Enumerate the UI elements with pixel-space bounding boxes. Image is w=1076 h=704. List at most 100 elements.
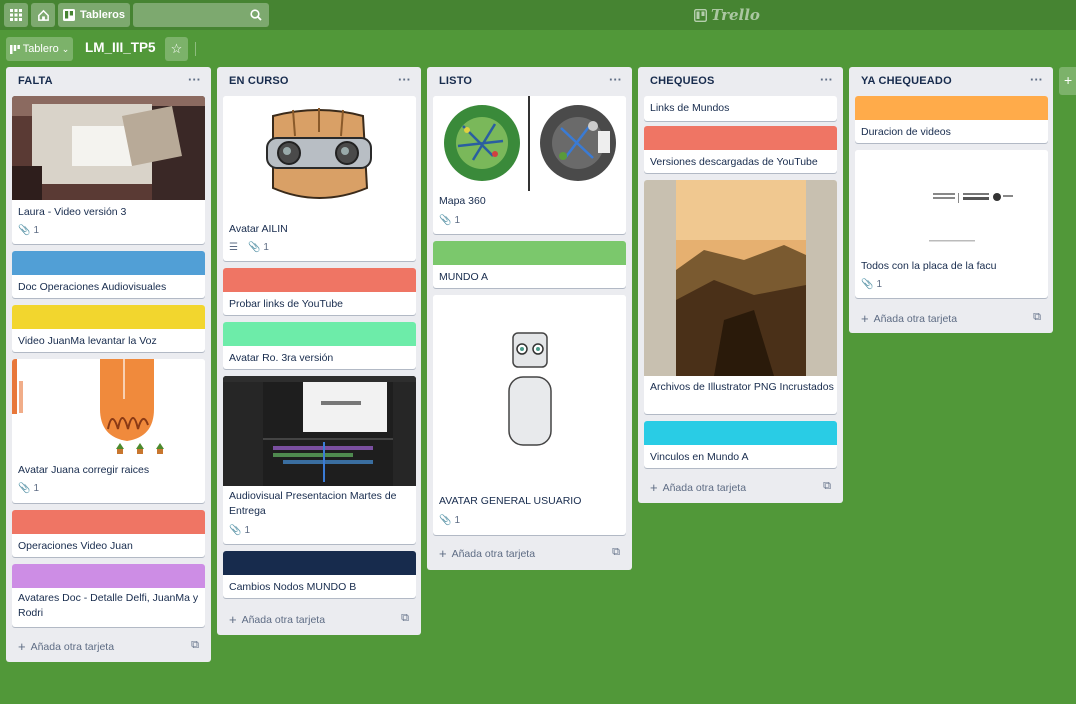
add-card-label: Añada otra tarjeta: [662, 481, 747, 494]
attachment-count: 1: [263, 242, 269, 253]
paperclip-icon: 📎: [861, 279, 874, 290]
trello-logo-icon: [694, 8, 707, 22]
list-title[interactable]: EN CURSO: [229, 75, 289, 87]
list-falta: FALTA ··· Laura - Video versión 3 📎 1 Doc…: [6, 67, 211, 662]
card[interactable]: Cambios Nodos MUNDO B: [223, 551, 416, 598]
attachment-count: 1: [33, 483, 40, 494]
list-title[interactable]: YA CHEQUEADO: [861, 75, 952, 87]
list-title[interactable]: LISTO: [439, 75, 472, 87]
card-title: Avatar Juana corregir raices: [18, 464, 150, 476]
card[interactable]: Vinculos en Mundo A: [644, 421, 837, 468]
attachment-count: 1: [454, 215, 461, 226]
card[interactable]: Doc Operaciones Audiovisuales: [12, 251, 205, 298]
card-template-icon[interactable]: ⧉: [191, 639, 199, 652]
boards-icon: [62, 9, 75, 21]
attachment-badge: 📎 1: [439, 515, 460, 526]
list-en-curso: EN CURSO ··· Avatar AILIN ☰ 📎 1 Probar lin…: [217, 67, 421, 635]
home-button[interactable]: [31, 3, 55, 27]
card-template-icon[interactable]: ⧉: [612, 546, 620, 559]
list-listo: LISTO ··· Mapa 360 📎 1 MUNDO A AVATAR GE…: [427, 67, 632, 570]
list-menu-button[interactable]: ···: [1030, 72, 1043, 87]
add-card-button[interactable]: + Añada otra tarjeta: [18, 639, 114, 654]
home-icon: [37, 9, 49, 21]
card[interactable]: AVATAR GENERAL USUARIO 📎 1: [433, 295, 626, 535]
list-title[interactable]: FALTA: [18, 75, 53, 87]
card[interactable]: Mapa 360 📎 1: [433, 96, 626, 234]
card[interactable]: Avatar Juana corregir raices 📎 1: [12, 359, 205, 503]
paperclip-icon: 📎: [439, 515, 452, 526]
add-card-label: Añada otra tarjeta: [873, 312, 958, 325]
attachment-count: 1: [33, 225, 40, 236]
card[interactable]: Versiones descargadas de YouTube: [644, 126, 837, 173]
search-icon: [250, 9, 262, 21]
attachment-badge: ☰ 📎 1: [229, 242, 269, 253]
card-template-icon[interactable]: ⧉: [1033, 311, 1041, 324]
list-menu-button[interactable]: ···: [820, 72, 833, 87]
star-icon: ☆: [170, 41, 183, 56]
plus-icon: +: [861, 311, 869, 326]
add-card-button[interactable]: + Añada otra tarjeta: [861, 311, 957, 326]
attachment-count: 1: [876, 279, 883, 290]
card-cover-image: [644, 180, 837, 376]
card-cover-image: [12, 96, 205, 200]
attachment-badge: 📎 1: [18, 225, 39, 236]
card-template-icon[interactable]: ⧉: [823, 480, 831, 493]
card[interactable]: Operaciones Video Juan: [12, 510, 205, 557]
add-card-label: Añada otra tarjeta: [241, 613, 326, 626]
attachment-badge: 📎 1: [18, 483, 39, 494]
card-title: Links de Mundos: [650, 102, 730, 114]
card-title: Cambios Nodos MUNDO B: [229, 581, 357, 593]
card-title: Avatares Doc - Detalle Delfi, JuanMa y R…: [18, 592, 199, 619]
plus-icon: +: [229, 612, 237, 627]
search-input[interactable]: [133, 3, 269, 27]
list-menu-button[interactable]: ···: [398, 72, 411, 87]
paperclip-icon: 📎: [18, 483, 31, 494]
card-cover-color: [223, 322, 416, 346]
board-view-icon: [9, 44, 20, 54]
card-cover-image: [855, 150, 1048, 255]
list-title[interactable]: CHEQUEOS: [650, 75, 715, 87]
boards-button-label: Tableros: [79, 9, 126, 21]
card-title: Avatar AILIN: [229, 223, 288, 235]
card[interactable]: Todos con la placa de la facu 📎 1: [855, 150, 1048, 298]
card[interactable]: Avatares Doc - Detalle Delfi, JuanMa y R…: [12, 564, 205, 627]
card[interactable]: MUNDO A: [433, 241, 626, 288]
card[interactable]: Archivos de Illustrator PNG Incrustados: [644, 180, 837, 414]
trello-logo[interactable]: Trello: [694, 6, 760, 24]
card[interactable]: Audiovisual Presentacion Martes de Entre…: [223, 376, 416, 544]
card[interactable]: Avatar AILIN ☰ 📎 1: [223, 96, 416, 261]
add-card-button[interactable]: + Añada otra tarjeta: [650, 480, 746, 495]
star-board-button[interactable]: ☆: [165, 37, 188, 61]
card-cover-color: [12, 305, 205, 329]
card-cover-color: [644, 421, 837, 445]
list-menu-button[interactable]: ···: [188, 72, 201, 87]
card-title: Todos con la placa de la facu: [861, 260, 997, 272]
attachment-badge: 📎 1: [229, 525, 250, 536]
list-menu-button[interactable]: ···: [609, 72, 622, 87]
add-list-button[interactable]: +: [1059, 67, 1076, 95]
board-title[interactable]: LM_III_TP5: [85, 40, 156, 55]
card-cover-image: [223, 376, 416, 486]
boards-button[interactable]: Tableros: [58, 3, 130, 27]
card-title: Vinculos en Mundo A: [650, 451, 749, 463]
card[interactable]: Links de Mundos: [644, 96, 837, 121]
plus-icon: +: [1064, 72, 1073, 88]
top-navigation-bar: Tableros Trello: [0, 0, 1076, 30]
card[interactable]: Laura - Video versión 3 📎 1: [12, 96, 205, 244]
card[interactable]: Probar links de YouTube: [223, 268, 416, 315]
paperclip-icon: 📎: [247, 242, 261, 253]
card-title: Doc Operaciones Audiovisuales: [18, 281, 167, 293]
add-card-button[interactable]: + Añada otra tarjeta: [439, 546, 535, 561]
plus-icon: +: [18, 639, 26, 654]
paperclip-icon: 📎: [439, 215, 452, 226]
apps-menu-button[interactable]: [4, 3, 28, 27]
add-card-button[interactable]: + Añada otra tarjeta: [229, 612, 325, 627]
card-template-icon[interactable]: ⧉: [401, 612, 409, 625]
card-cover-image: [433, 96, 626, 191]
board-view-switcher[interactable]: Tablero ⌄: [6, 37, 73, 61]
apps-grid-icon: [10, 9, 22, 21]
card[interactable]: Avatar Ro. 3ra versión: [223, 322, 416, 369]
card[interactable]: Duracion de videos: [855, 96, 1048, 143]
card[interactable]: Video JuanMa levantar la Voz: [12, 305, 205, 352]
plus-icon: +: [439, 546, 447, 561]
